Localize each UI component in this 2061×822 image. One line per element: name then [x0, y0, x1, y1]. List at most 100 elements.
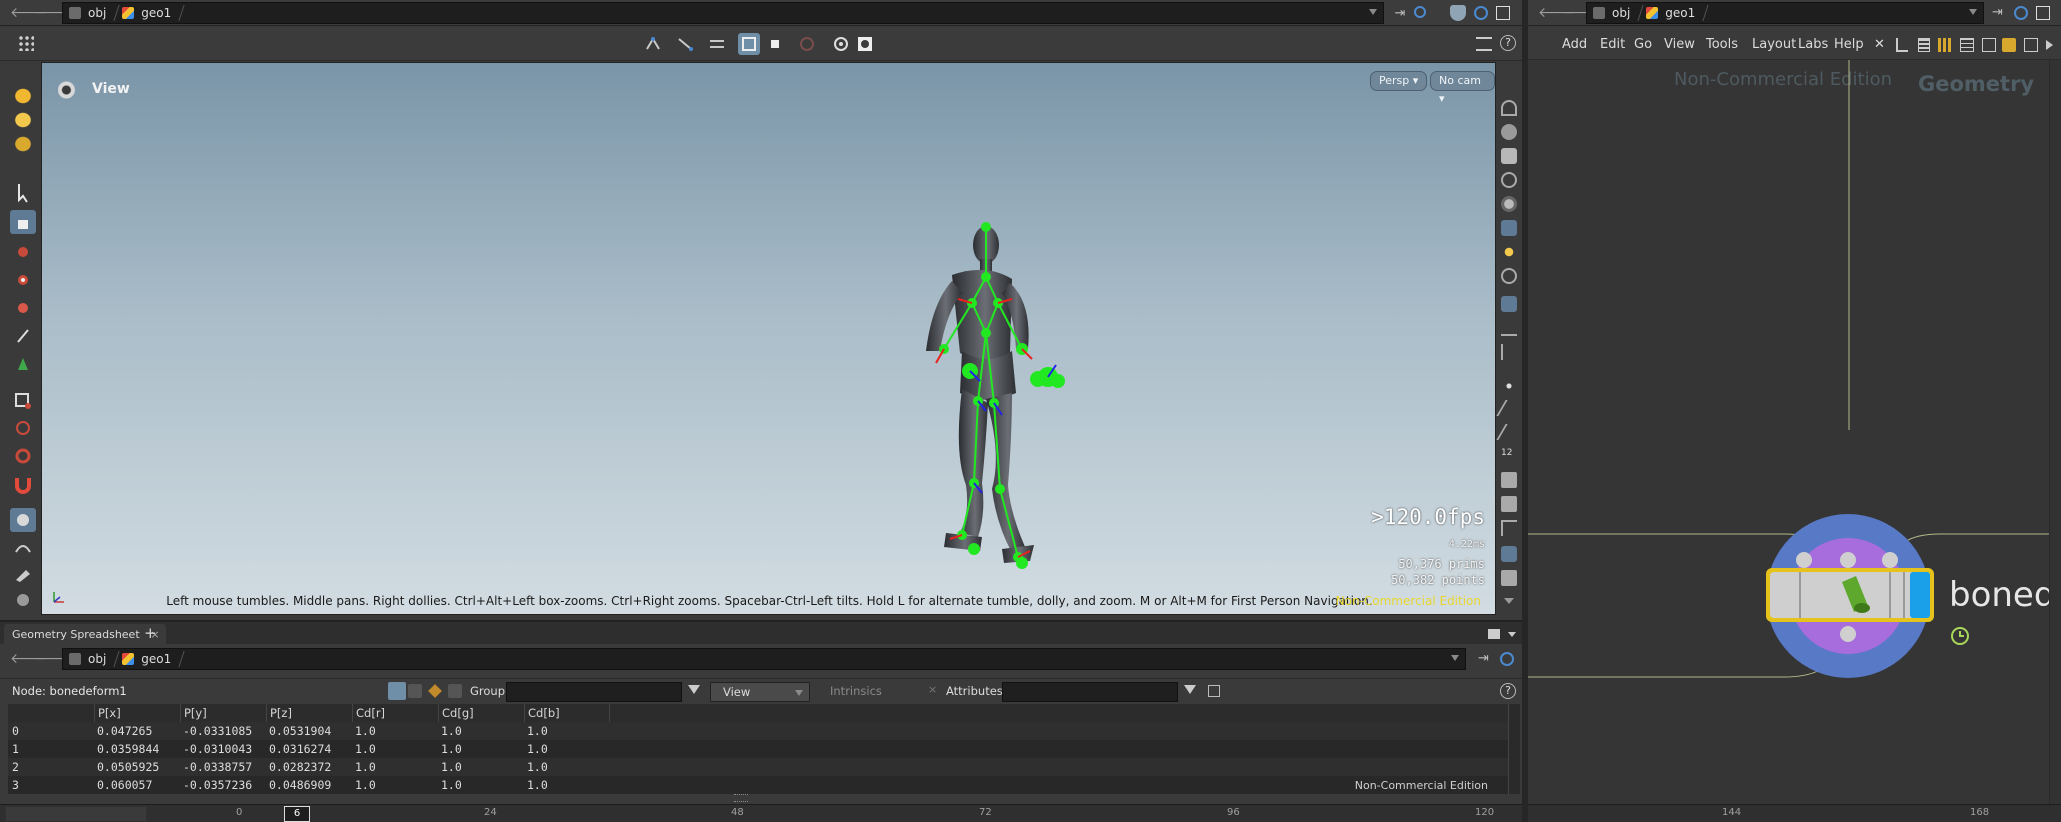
transform-red-icon[interactable] [10, 240, 36, 264]
maximize-pane-icon[interactable] [1496, 6, 1510, 20]
select-points-icon[interactable] [642, 33, 664, 55]
pane-layout-icon[interactable] [1488, 629, 1500, 639]
network-view-icon[interactable] [1982, 38, 1996, 52]
sticky-note-icon[interactable] [2002, 38, 2016, 52]
persp-menu-button[interactable]: Persp ▾ [1370, 71, 1428, 91]
attributes-input[interactable] [1002, 682, 1178, 702]
light-bulb-icon[interactable] [1501, 244, 1517, 260]
tree-view-icon[interactable] [1896, 38, 1908, 52]
pose-bone-icon[interactable] [10, 324, 36, 348]
navigate-icon[interactable] [10, 536, 36, 560]
point-numbers-icon[interactable]: 12 [1501, 448, 1517, 464]
path-crumb-geo1[interactable]: geo1 [1640, 3, 1705, 23]
ortho-grid-icon[interactable] [1501, 546, 1517, 562]
select-prims-icon[interactable] [706, 33, 728, 55]
lasso-icon[interactable] [10, 416, 36, 440]
back-arrow-icon[interactable]: 🡐 [10, 650, 48, 668]
display-guide-icon[interactable] [1501, 496, 1517, 512]
handle-tool-icon[interactable] [10, 84, 36, 108]
menu-layout[interactable]: Layout [1752, 37, 1796, 52]
path-dropdown-arrow-icon[interactable] [1369, 9, 1377, 15]
network-canvas[interactable]: Non-Commercial Edition Geometry boned [1528, 60, 2061, 804]
reference-plane-icon[interactable] [1501, 570, 1517, 586]
view-select[interactable]: View [710, 682, 810, 702]
scale-icon[interactable] [10, 296, 36, 320]
box-transform-icon[interactable] [10, 388, 36, 412]
forward-arrow-icon[interactable]: 🡒 [34, 4, 72, 22]
forward-arrow-icon[interactable]: 🡒 [34, 650, 72, 668]
forward-arrow-icon[interactable]: 🡒 [1562, 4, 1600, 22]
magnet-icon[interactable] [10, 472, 36, 496]
attributes-filter-icon[interactable] [1184, 685, 1196, 694]
edge-icon[interactable] [1496, 400, 1522, 416]
menu-view[interactable]: View [1664, 37, 1695, 52]
column-header[interactable]: Cd[b] [524, 704, 610, 722]
path-crumb-obj[interactable]: obj [63, 649, 116, 669]
select-arrow-icon[interactable] [10, 180, 36, 204]
more-menu-arrow-icon[interactable] [2046, 40, 2053, 50]
menu-help[interactable]: Help [1834, 37, 1864, 52]
prim-normals-icon[interactable] [1501, 344, 1517, 360]
spreadsheet-path-field[interactable]: obj geo1 [62, 648, 1466, 670]
help-icon[interactable]: ? [1500, 683, 1516, 699]
camera-display-icon[interactable] [1501, 124, 1517, 140]
select-visible-icon[interactable] [764, 33, 786, 55]
render-view-icon[interactable] [10, 588, 36, 612]
add-tab-icon[interactable]: + [144, 624, 157, 642]
vertices-mode-icon[interactable] [408, 684, 422, 698]
select-edges-icon[interactable] [674, 33, 696, 55]
path-dropdown-arrow-icon[interactable] [1451, 655, 1459, 661]
background-icon[interactable] [1501, 172, 1517, 188]
pin-icon[interactable]: ⇥ [1478, 651, 1489, 666]
table-row[interactable]: 2 0.0505925 -0.0338757 0.0282372 1.0 1.0… [8, 758, 1510, 776]
timeline[interactable]: 6 0 24 48 72 96 120 144 168 [0, 804, 2061, 822]
rotate-icon[interactable] [10, 268, 36, 292]
viewer-path-field[interactable]: obj geo1 [62, 2, 1384, 24]
column-header[interactable]: P[z] [266, 704, 352, 722]
settings-gear-icon[interactable] [854, 33, 876, 55]
lock-icon[interactable] [10, 210, 36, 234]
network-options-icon[interactable] [2024, 38, 2038, 52]
intrinsics-toggle[interactable]: Intrinsics [830, 684, 882, 698]
pose-tool-icon[interactable] [10, 132, 36, 156]
templated-icon[interactable] [1501, 296, 1517, 312]
visibility-icon[interactable] [1501, 100, 1517, 116]
menu-go[interactable]: Go [1634, 37, 1652, 52]
column-header[interactable]: Cd[g] [438, 704, 524, 722]
paint-icon[interactable] [10, 562, 36, 586]
ghost-icon[interactable] [1501, 268, 1517, 284]
playback-controls[interactable] [6, 807, 146, 821]
column-options-icon[interactable] [1208, 685, 1220, 697]
pen-icon[interactable] [1496, 424, 1522, 440]
network-scrollbar[interactable] [2049, 60, 2061, 804]
menu-tools[interactable]: Tools [1706, 37, 1738, 52]
lock-camera-icon[interactable] [1501, 148, 1517, 164]
node-name-label[interactable]: boned [1949, 575, 2055, 615]
column-header[interactable]: Cd[r] [352, 704, 438, 722]
view-camera-icon[interactable] [10, 508, 36, 532]
lighting-icon[interactable] [1501, 220, 1517, 236]
network-path-field[interactable]: obj geo1 [1586, 2, 1984, 24]
wrench-icon[interactable]: ✕ [1874, 38, 1888, 52]
group-input[interactable] [506, 682, 682, 702]
path-crumb-geo1[interactable]: geo1 [116, 3, 181, 23]
back-arrow-icon[interactable]: 🡐 [10, 4, 48, 22]
path-crumb-obj[interactable]: obj [1587, 3, 1640, 23]
table-row[interactable]: 0 0.047265 -0.0331085 0.0531904 1.0 1.0 … [8, 722, 1510, 740]
table-row[interactable]: 3 0.060057 -0.0357236 0.0486909 1.0 1.0 … [8, 776, 1510, 794]
snap-icon[interactable] [830, 33, 852, 55]
grid-menu-icon[interactable] [18, 35, 34, 51]
view-tool-icon[interactable] [10, 108, 36, 132]
pin-icon[interactable]: ⇥ [1392, 5, 1408, 21]
shading-icon[interactable] [1501, 196, 1517, 212]
display-options-icon[interactable] [1474, 6, 1488, 20]
column-header[interactable] [8, 704, 94, 722]
intrinsics-close-icon[interactable]: × [928, 683, 937, 696]
menu-add[interactable]: Add [1562, 37, 1587, 52]
grid-icon[interactable] [1501, 520, 1517, 536]
toolbar-options-icon[interactable] [1476, 37, 1492, 51]
brush-icon[interactable] [10, 444, 36, 468]
back-arrow-icon[interactable]: 🡐 [1538, 4, 1576, 22]
pane-menu-arrow-icon[interactable] [1508, 632, 1516, 637]
path-crumb-obj[interactable]: obj [63, 3, 116, 23]
